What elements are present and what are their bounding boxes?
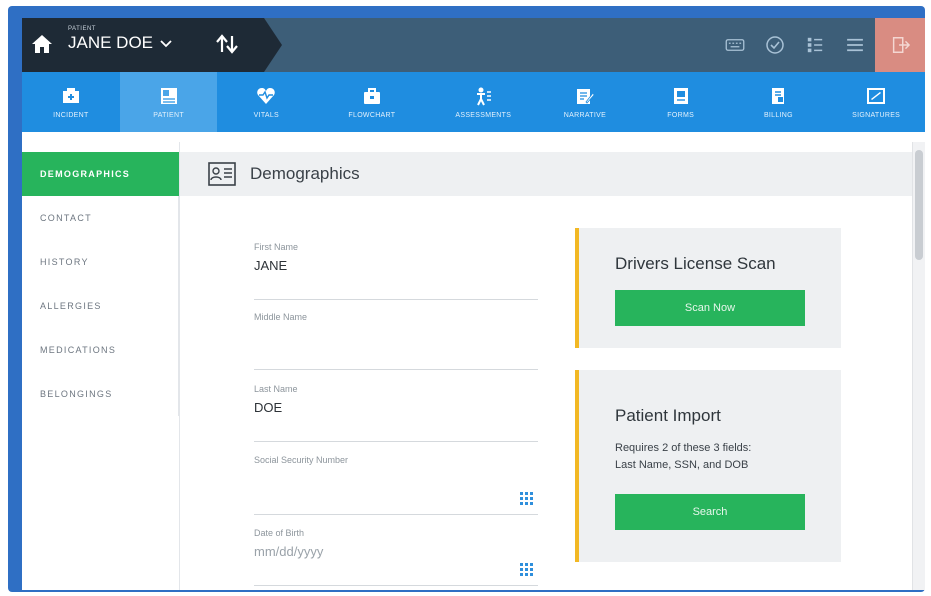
last-name-label: Last Name [254, 384, 298, 394]
search-button[interactable]: Search [615, 494, 805, 530]
tab-assessments[interactable]: ASSESSMENTS [429, 72, 538, 132]
middle-name-input[interactable] [254, 328, 514, 343]
tab-flowchart-label: FLOWCHART [348, 111, 396, 119]
sort-icon[interactable] [214, 32, 240, 56]
section-title: Demographics [250, 164, 360, 183]
scrollbar[interactable] [912, 142, 925, 590]
home-icon[interactable] [30, 32, 54, 56]
tab-flowchart[interactable]: FLOWCHART [315, 72, 428, 132]
chevron-down-icon[interactable] [159, 36, 173, 50]
sidebar-item-history[interactable]: HISTORY [22, 240, 179, 284]
ssn-input[interactable] [254, 471, 514, 486]
dob-input[interactable] [254, 544, 514, 559]
tab-signatures[interactable]: SIGNATURES [827, 72, 925, 132]
first-name-label: First Name [254, 242, 299, 252]
dob-field: Date of Birth [254, 526, 538, 586]
sidebar-item-contact[interactable]: CONTACT [22, 196, 179, 240]
menu-icon[interactable] [835, 18, 875, 72]
license-scan-title: Drivers License Scan [615, 254, 776, 273]
tab-incident[interactable]: INCIDENT [22, 72, 120, 132]
signature-icon [867, 87, 886, 104]
keyboard-icon[interactable] [715, 18, 755, 72]
first-name-field: First Name [254, 240, 538, 300]
license-scan-card: Drivers License Scan Scan Now [575, 228, 841, 348]
patient-import-text-1: Requires 2 of these 3 fields: [615, 442, 752, 454]
last-name-field: Last Name [254, 382, 538, 442]
top-bar: PATIENT JANE DOE [22, 18, 925, 72]
dob-label: Date of Birth [254, 528, 305, 538]
exit-icon[interactable] [875, 18, 925, 72]
top-actions [715, 18, 925, 72]
tab-patient[interactable]: PATIENT [119, 72, 218, 132]
middle-name-label: Middle Name [254, 312, 308, 322]
ssn-label: Social Security Number [254, 455, 349, 465]
keypad-icon[interactable] [520, 563, 534, 577]
middle-name-field: Middle Name [254, 310, 538, 370]
scrollbar-thumb[interactable] [915, 150, 923, 260]
heart-icon [257, 87, 276, 104]
patient-import-text-2: Last Name, SSN, and DOB [615, 459, 749, 471]
tab-billing[interactable]: BILLING [730, 72, 828, 132]
briefcase-icon [363, 87, 380, 104]
patient-icon [160, 87, 177, 104]
patient-caption: PATIENT [68, 26, 96, 32]
incident-icon [62, 87, 79, 103]
keypad-icon[interactable] [520, 492, 534, 506]
first-name-input[interactable] [254, 258, 514, 273]
scan-now-button[interactable]: Scan Now [615, 290, 805, 326]
section-sidebar: DEMOGRAPHICS CONTACT HISTORY ALLERGIES M… [22, 142, 180, 590]
tab-assessments-label: ASSESSMENTS [455, 111, 512, 119]
patient-name: JANE DOE [68, 33, 154, 52]
id-card-icon [208, 162, 236, 186]
tab-billing-label: BILLING [763, 111, 793, 119]
check-circle-icon[interactable] [755, 18, 795, 72]
tab-narrative[interactable]: NARRATIVE [538, 72, 632, 132]
last-name-input[interactable] [254, 400, 514, 415]
forms-icon [673, 87, 688, 104]
section-header: Demographics [180, 152, 912, 196]
main-content: Demographics First Name Middle Name Last… [180, 142, 912, 590]
body-icon [477, 87, 492, 105]
patient-import-card: Patient Import Requires 2 of these 3 fie… [575, 370, 841, 562]
tab-signatures-label: SIGNATURES [852, 111, 901, 119]
patient-header-arrow [264, 18, 282, 72]
sidebar-item-medications[interactable]: MEDICATIONS [22, 328, 179, 372]
tab-vitals[interactable]: VITALS [217, 72, 315, 132]
ssn-field: Social Security Number [254, 453, 538, 515]
main-nav: INCIDENT PATIENT VITALS FLOWCHART ASSESS… [22, 72, 925, 132]
app-window: PATIENT JANE DOE INCIDENT PATIENT VITALS… [22, 18, 925, 590]
patient-selector[interactable]: PATIENT JANE DOE [68, 26, 173, 53]
nav-spacer [22, 132, 925, 142]
patient-name-row: JANE DOE [68, 33, 173, 53]
sidebar-item-demographics[interactable]: DEMOGRAPHICS [22, 152, 179, 196]
tab-forms[interactable]: FORMS [632, 72, 730, 132]
sidebar-item-belongings[interactable]: BELONGINGS [22, 372, 179, 416]
patient-import-title: Patient Import [615, 406, 721, 425]
app-frame: PATIENT JANE DOE INCIDENT PATIENT VITALS… [8, 6, 925, 592]
tab-narrative-label: NARRATIVE [563, 111, 607, 119]
tab-incident-label: INCIDENT [53, 111, 89, 119]
sidebar-item-allergies[interactable]: ALLERGIES [22, 284, 179, 328]
tab-patient-label: PATIENT [153, 111, 184, 119]
billing-icon [772, 87, 785, 104]
edit-icon [576, 88, 595, 104]
tab-forms-label: FORMS [667, 111, 695, 119]
list-icon[interactable] [795, 18, 835, 72]
tab-vitals-label: VITALS [253, 111, 280, 119]
